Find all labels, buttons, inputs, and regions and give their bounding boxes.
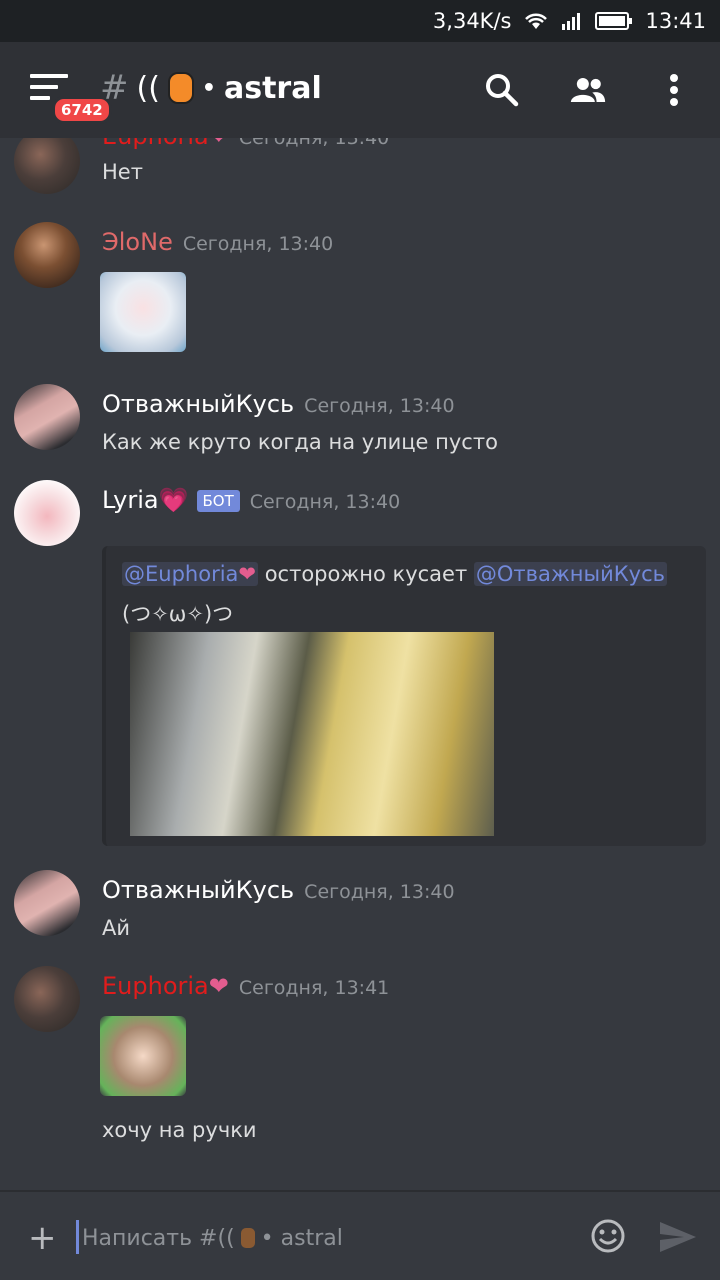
avatar[interactable]: [14, 138, 80, 194]
battery-icon: [595, 12, 633, 30]
mention-otvazhny[interactable]: @ОтважныйКусь: [473, 562, 668, 586]
bot-tag: БОТ: [196, 490, 240, 512]
bullet-icon: •: [201, 75, 216, 101]
network-speed: 3,34K/s: [432, 9, 512, 33]
signal-icon: [562, 13, 581, 30]
lantern-icon: [240, 1228, 255, 1248]
emoji-icon[interactable]: [590, 1218, 626, 1254]
message-author[interactable]: Euphoria❤Сегодня, 13:40: [102, 138, 389, 150]
avatar[interactable]: [14, 384, 80, 450]
channel-name: astral: [223, 70, 322, 106]
text-cursor: [76, 1220, 79, 1254]
timestamp: Сегодня, 13:40: [249, 491, 401, 513]
send-icon[interactable]: [658, 1220, 698, 1254]
embed-kaomoji: (つ✧ω✧)つ: [122, 602, 234, 626]
sticker-image[interactable]: [100, 1016, 186, 1096]
message-text: хочу на ручки: [102, 1118, 257, 1142]
members-icon[interactable]: [570, 72, 606, 108]
message-author[interactable]: ЭloNe Сегодня, 13:40: [102, 228, 333, 256]
message-author[interactable]: Lyria💗 БОТ Сегодня, 13:40: [102, 486, 400, 514]
mention-euphoria[interactable]: @Euphoria❤: [122, 562, 259, 586]
app-bar: 6742 # (( • astral: [0, 42, 720, 138]
message-text: Как же круто когда на улице пусто: [102, 430, 498, 454]
channel-prefix: ((: [136, 70, 160, 106]
message-author[interactable]: ОтважныйКусь Сегодня, 13:40: [102, 390, 455, 418]
search-icon[interactable]: [484, 72, 520, 108]
sticker-image[interactable]: [100, 272, 186, 352]
avatar[interactable]: [14, 480, 80, 546]
hash-icon: #: [100, 68, 129, 108]
timestamp: Сегодня, 13:40: [304, 881, 455, 903]
more-icon[interactable]: [656, 72, 692, 108]
embed-text: @Euphoria❤ осторожно кусает @ОтважныйКус…: [122, 562, 668, 586]
channel-title[interactable]: # (( • astral: [100, 68, 322, 108]
timestamp: Сегодня, 13:40: [182, 233, 334, 255]
message-composer: + Написать #((• astral: [0, 1190, 720, 1280]
message-author[interactable]: Euphoria❤ Сегодня, 13:41: [102, 972, 389, 1000]
message-embed: @Euphoria❤ осторожно кусает @ОтважныйКус…: [102, 546, 706, 846]
embed-image[interactable]: [130, 632, 494, 836]
message-author[interactable]: ОтважныйКусь Сегодня, 13:40: [102, 876, 455, 904]
message-text: Нет: [102, 160, 143, 184]
timestamp: Сегодня, 13:41: [238, 977, 390, 999]
plus-icon[interactable]: +: [28, 1218, 57, 1258]
lantern-icon: [167, 72, 194, 104]
avatar[interactable]: [14, 870, 80, 936]
avatar[interactable]: [14, 966, 80, 1032]
avatar[interactable]: [14, 222, 80, 288]
message-text: Ай: [102, 916, 131, 940]
wifi-icon: [525, 13, 548, 29]
clock: 13:41: [645, 9, 706, 33]
message-input[interactable]: Написать #((• astral: [82, 1226, 343, 1251]
timestamp: Сегодня, 13:40: [238, 138, 390, 149]
message-list[interactable]: Euphoria❤Сегодня, 13:40 Нет ЭloNeСегодня…: [0, 138, 720, 1190]
timestamp: Сегодня, 13:40: [304, 395, 455, 417]
status-bar: 3,34K/s 13:41: [0, 0, 720, 42]
